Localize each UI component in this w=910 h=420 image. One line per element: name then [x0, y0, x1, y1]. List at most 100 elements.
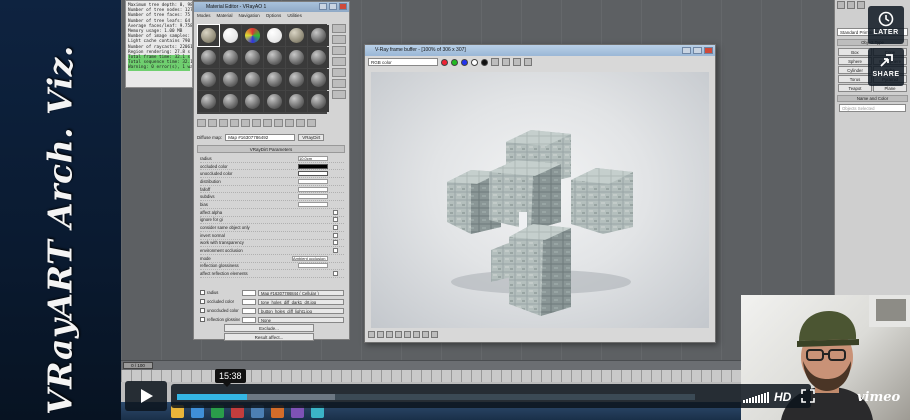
hierarchy-tab[interactable] [857, 1, 865, 9]
material-slot[interactable] [242, 91, 263, 112]
map-amount-field[interactable] [242, 307, 256, 314]
vfb-tool-8[interactable] [431, 330, 438, 338]
param-field[interactable] [298, 201, 328, 207]
progress-bar[interactable] [177, 394, 695, 400]
param-field[interactable] [298, 194, 328, 200]
material-slot[interactable] [198, 69, 219, 90]
map-checkbox[interactable] [200, 308, 205, 313]
show-map-button[interactable] [274, 119, 283, 127]
time-slider[interactable]: 0 / 100 [121, 360, 741, 370]
param-checkbox[interactable] [333, 209, 338, 215]
param-field[interactable] [298, 263, 328, 269]
param-field[interactable]: Ambient occlusion [292, 255, 328, 261]
blue-channel-toggle[interactable] [461, 58, 468, 66]
vfb-tool-2[interactable] [377, 330, 384, 338]
material-slot[interactable] [264, 47, 285, 68]
vfb-minimize-button[interactable] [682, 47, 691, 54]
share-button[interactable]: SHARE [868, 48, 904, 86]
param-field[interactable] [298, 178, 328, 184]
param-checkbox[interactable] [333, 225, 338, 231]
background-button[interactable] [332, 46, 346, 55]
map-amount-field[interactable] [242, 298, 256, 305]
material-slot[interactable] [242, 25, 263, 46]
map-amount-field[interactable] [242, 316, 256, 323]
rendered-image[interactable] [371, 72, 709, 328]
map-type-button[interactable]: VRayDirt [298, 133, 325, 141]
reset-map-button[interactable] [230, 119, 239, 127]
vfb-titlebar[interactable]: V-Ray frame buffer - [100% of 306 x 307] [365, 45, 715, 56]
map-amount-field[interactable] [242, 289, 256, 296]
map-checkbox[interactable] [200, 299, 205, 304]
go-forward-button[interactable] [307, 119, 316, 127]
menu-item-modes[interactable]: Modes [197, 12, 211, 20]
vraydirt-rollout-header[interactable]: VRayDirt Parameters [197, 145, 345, 153]
watch-later-button[interactable]: LATER [868, 6, 904, 44]
volume-control[interactable] [743, 392, 769, 403]
mono-toggle[interactable] [481, 58, 488, 66]
map-checkbox[interactable] [200, 290, 205, 295]
vfb-tool-6[interactable] [413, 330, 420, 338]
vfb-tool-7[interactable] [422, 330, 429, 338]
material-slot[interactable] [308, 47, 329, 68]
param-checkbox[interactable] [333, 240, 338, 246]
param-field[interactable] [298, 186, 328, 192]
vfb-tool-3[interactable] [386, 330, 393, 338]
material-slot[interactable] [308, 91, 329, 112]
material-slot[interactable] [198, 47, 219, 68]
color-swatch[interactable] [298, 171, 328, 177]
param-checkbox[interactable] [333, 217, 338, 223]
create-tab[interactable] [837, 1, 845, 9]
put-to-library-button[interactable] [252, 119, 261, 127]
clear-image-button[interactable] [513, 58, 521, 66]
channel-select[interactable]: RGB color [368, 58, 438, 66]
exclude-button[interactable]: Exclude... [224, 324, 314, 332]
alpha-channel-toggle[interactable] [471, 58, 478, 66]
assign-to-selection-button[interactable] [219, 119, 228, 127]
map-name-field[interactable]: Map #16307786492 [225, 133, 296, 141]
fullscreen-icon[interactable] [801, 389, 815, 403]
color-swatch[interactable] [298, 163, 328, 169]
material-slot[interactable] [264, 91, 285, 112]
material-slot[interactable] [286, 91, 307, 112]
minimize-button[interactable] [319, 3, 327, 10]
sample-type-button[interactable] [332, 24, 346, 33]
object-name-field[interactable]: Objects Selected [839, 104, 906, 112]
material-slot[interactable] [220, 69, 241, 90]
material-slot[interactable] [286, 25, 307, 46]
material-slot[interactable] [286, 69, 307, 90]
primitive-button-box[interactable]: Box [838, 48, 872, 56]
primitive-button-teapot[interactable]: Teapot [838, 84, 872, 92]
param-field[interactable]: 10.0cm [298, 155, 328, 161]
menu-item-options[interactable]: Options [266, 12, 282, 20]
material-editor-titlebar[interactable]: Material Editor - VRayAO 1 [194, 2, 349, 12]
map-slot-button[interactable]: None [258, 316, 344, 323]
menu-item-utilities[interactable]: Utilities [287, 12, 302, 20]
get-material-button[interactable] [197, 119, 206, 127]
uv-tiling-button[interactable] [332, 57, 346, 66]
material-slot[interactable] [308, 69, 329, 90]
vray-frame-buffer-window[interactable]: V-Ray frame buffer - [100% of 306 x 307]… [364, 44, 716, 343]
map-checkbox[interactable] [200, 317, 205, 322]
map-slot-button[interactable]: tone_holes_diff_dark1_drt.jpg [258, 298, 344, 305]
primitive-button-cylinder[interactable]: Cylinder [838, 66, 872, 74]
time-slider-handle[interactable]: 0 / 100 [123, 362, 153, 369]
material-slot[interactable] [220, 47, 241, 68]
map-slot-button[interactable]: Map #16307786844 ( Cellular ) [258, 289, 344, 296]
save-image-button[interactable] [491, 58, 499, 66]
close-button[interactable] [339, 3, 347, 10]
material-slot[interactable] [264, 69, 285, 90]
options-button[interactable] [332, 90, 346, 99]
material-slot[interactable] [286, 47, 307, 68]
vfb-tool-5[interactable] [404, 330, 411, 338]
play-button[interactable] [125, 381, 167, 411]
vfb-tool-4[interactable] [395, 330, 402, 338]
put-to-scene-button[interactable] [208, 119, 217, 127]
menu-item-material[interactable]: Material [217, 12, 233, 20]
material-slot[interactable] [220, 91, 241, 112]
material-slot[interactable] [308, 25, 329, 46]
param-checkbox[interactable] [333, 248, 338, 254]
material-slot[interactable] [197, 24, 220, 47]
menu-item-navigation[interactable]: Navigation [239, 12, 260, 20]
material-slot[interactable] [242, 47, 263, 68]
vimeo-logo[interactable]: vimeo [857, 390, 900, 405]
